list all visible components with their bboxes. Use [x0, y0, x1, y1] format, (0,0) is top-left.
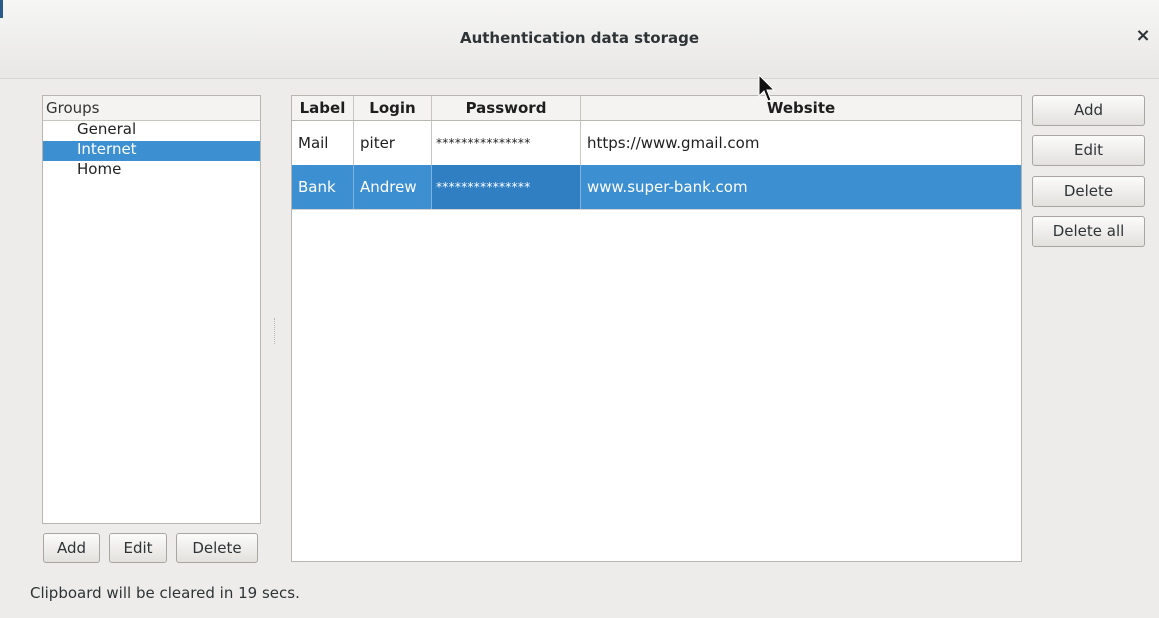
cell-website: https://www.gmail.com [587, 134, 760, 152]
groups-list[interactable]: Groups General Internet Home [42, 95, 261, 524]
status-message: Clipboard will be cleared in 19 secs. [30, 584, 300, 602]
entry-delete-button[interactable]: Delete [1032, 176, 1145, 207]
entries-table[interactable]: Label Login Password Website Mail piter … [291, 95, 1022, 562]
window-title: Authentication data storage [459, 29, 700, 47]
entry-delete-all-button[interactable]: Delete all [1032, 216, 1145, 247]
group-item-internet[interactable]: Internet [43, 141, 260, 161]
entry-edit-button[interactable]: Edit [1032, 135, 1145, 166]
close-icon[interactable]: × [1133, 25, 1153, 47]
window-corner-accent [0, 0, 3, 18]
group-edit-button[interactable]: Edit [109, 533, 167, 563]
cell-login: piter [354, 121, 432, 165]
column-header-website[interactable]: Website [581, 96, 1021, 120]
cell-password: *************** [432, 121, 581, 165]
column-header-login[interactable]: Login [354, 96, 432, 120]
group-delete-button[interactable]: Delete [176, 533, 258, 563]
column-header-password[interactable]: Password [432, 96, 581, 120]
column-header-label[interactable]: Label [292, 96, 354, 120]
group-add-button[interactable]: Add [43, 533, 100, 563]
cell-password: *************** [432, 165, 581, 209]
entry-add-button[interactable]: Add [1032, 95, 1145, 126]
cell-label: Bank [292, 165, 354, 209]
cell-login: Andrew [354, 165, 432, 209]
table-row[interactable]: Mail piter *************** https://www.g… [292, 121, 1021, 166]
cell-website: www.super-bank.com [587, 178, 748, 196]
table-row[interactable]: Bank Andrew *************** www.super-ba… [292, 165, 1021, 210]
groups-header: Groups [43, 96, 260, 121]
mouse-pointer-icon [758, 74, 776, 102]
group-item-general[interactable]: General [43, 121, 260, 141]
cell-label: Mail [292, 121, 354, 165]
pane-splitter-handle[interactable] [274, 318, 277, 344]
table-header: Label Login Password Website [292, 96, 1021, 121]
title-bar: Authentication data storage × [0, 0, 1159, 79]
group-item-home[interactable]: Home [43, 161, 260, 181]
